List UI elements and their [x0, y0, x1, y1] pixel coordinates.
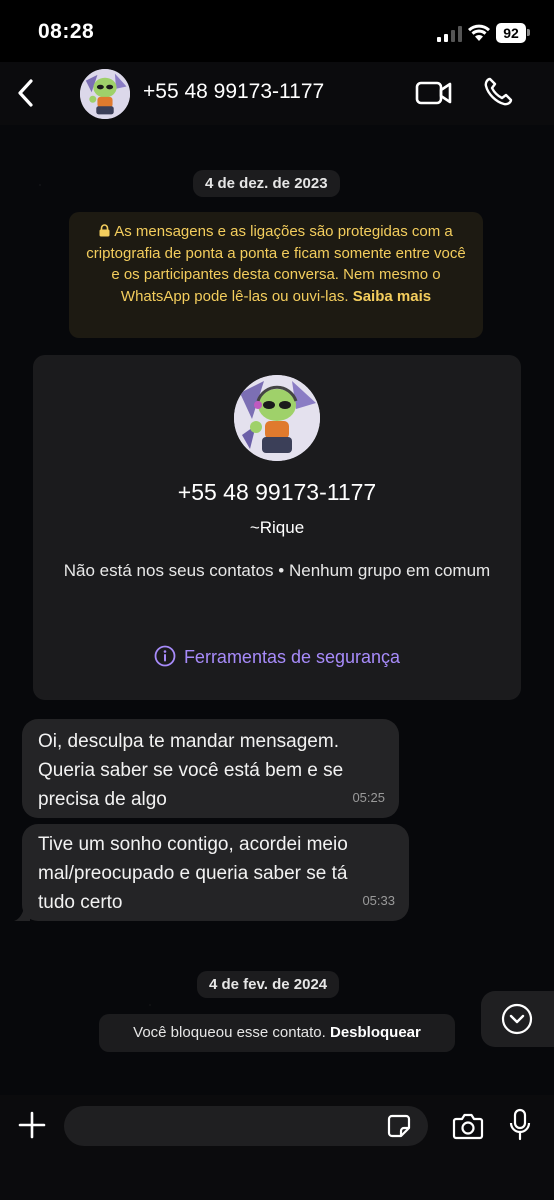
back-icon[interactable] [14, 76, 40, 110]
date-separator: 4 de dez. de 2023 [193, 170, 340, 197]
avatar[interactable] [80, 69, 130, 119]
card-contact-status: Não está nos seus contatos • Nenhum grup… [63, 561, 491, 580]
message-bubble[interactable]: Oi, desculpa te mandar mensagem. Queria … [22, 719, 399, 818]
message-composer [0, 1095, 554, 1200]
card-phone-number: +55 48 99173-1177 [177, 479, 377, 505]
plus-icon[interactable] [18, 1111, 46, 1139]
encryption-notice[interactable]: As mensagens e as ligações são protegida… [69, 212, 483, 338]
signal-icon [437, 26, 462, 42]
status-time: 08:28 [38, 20, 95, 43]
lock-icon [99, 224, 110, 237]
message-time: 05:33 [362, 893, 395, 908]
wifi-icon [468, 24, 490, 41]
alien-avatar-image [234, 375, 320, 461]
message-line: Tive um sonho contigo, acordei meio [38, 834, 348, 855]
phone-call-icon[interactable] [482, 76, 514, 108]
message-line: tudo certo [38, 892, 123, 913]
mic-icon[interactable] [508, 1108, 532, 1142]
alien-avatar-image [80, 69, 130, 119]
sticker-icon[interactable] [387, 1114, 411, 1138]
message-line: precisa de algo [38, 789, 167, 810]
message-time: 05:25 [352, 790, 385, 805]
info-icon [154, 645, 176, 667]
message-bubble[interactable]: Tive um sonho contigo, acordei meio mal/… [22, 824, 409, 921]
message-line: mal/preocupado e queria saber se tá [38, 863, 348, 884]
video-call-icon[interactable] [415, 78, 453, 108]
scroll-to-bottom-button[interactable] [481, 991, 554, 1047]
camera-icon[interactable] [452, 1112, 484, 1140]
contact-name[interactable]: +55 48 99173-1177 [143, 80, 324, 104]
blocked-notice: Você bloqueou esse contato. Desbloquear [99, 1014, 455, 1052]
avatar[interactable] [234, 375, 320, 461]
chat-header: +55 48 99173-1177 [0, 62, 554, 125]
message-line: Oi, desculpa te mandar mensagem. [38, 731, 339, 752]
battery-icon: 92 [496, 23, 526, 43]
status-bar: 08:28 92 [0, 0, 554, 62]
battery-nub [527, 29, 530, 36]
message-input[interactable] [64, 1106, 428, 1146]
blocked-text: Você bloqueou esse contato. [133, 1024, 326, 1041]
safety-tools-button[interactable]: Ferramentas de segurança [33, 645, 521, 668]
chevron-down-icon [501, 1003, 533, 1035]
bubble-tail [14, 907, 30, 921]
date-separator: 4 de fev. de 2024 [197, 971, 340, 998]
unblock-button[interactable]: Desbloquear [330, 1024, 421, 1041]
message-line: Queria saber se você está bem e se [38, 760, 344, 781]
contact-info-card: +55 48 99173-1177 ~Rique Não está nos se… [33, 355, 521, 700]
safety-tools-label: Ferramentas de segurança [183, 647, 401, 667]
learn-more-link[interactable]: Saiba mais [353, 288, 431, 305]
card-alias: ~Rique [249, 518, 305, 537]
